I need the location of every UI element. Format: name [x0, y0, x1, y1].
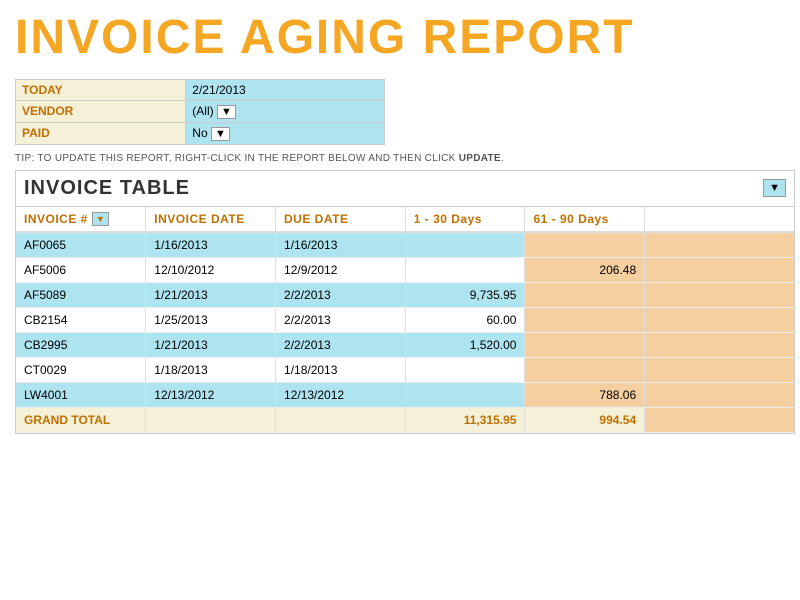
- cell-extra: [645, 382, 794, 407]
- cell-due-date: 2/2/2013: [276, 307, 406, 332]
- vendor-dropdown[interactable]: ▼: [217, 105, 236, 119]
- invoice-table-header: INVOICE TABLE ▼: [16, 171, 794, 207]
- vendor-value-text: (All): [192, 104, 213, 118]
- filter-row-paid: PAID No ▼: [16, 122, 385, 144]
- cell-extra: [645, 257, 794, 282]
- col-days-61-90: 61 - 90 Days: [525, 207, 645, 232]
- paid-value[interactable]: No ▼: [186, 122, 385, 144]
- report-title: INVOICE AGING REPORT: [15, 10, 785, 65]
- table-row: CB21541/25/20132/2/201360.00: [16, 307, 794, 332]
- cell-days-61-90: [525, 357, 645, 382]
- cell-due-date: 1/16/2013: [276, 232, 406, 258]
- table-header-row: INVOICE # ▼ INVOICE DATE DUE DATE 1 - 30…: [16, 207, 794, 232]
- table-row: CB29951/21/20132/2/20131,520.00: [16, 332, 794, 357]
- table-row: LW400112/13/201212/13/2012788.06: [16, 382, 794, 407]
- cell-due-date: 1/18/2013: [276, 357, 406, 382]
- table-header-dropdown[interactable]: ▼: [763, 179, 786, 197]
- grand-total-label: GRAND TOTAL: [16, 407, 146, 432]
- col-invoice-num: INVOICE # ▼: [16, 207, 146, 232]
- grand-total-extra: [645, 407, 794, 432]
- cell-due-date: 2/2/2013: [276, 282, 406, 307]
- cell-extra: [645, 332, 794, 357]
- data-table: INVOICE # ▼ INVOICE DATE DUE DATE 1 - 30…: [16, 207, 794, 433]
- cell-due-date: 2/2/2013: [276, 332, 406, 357]
- cell-extra: [645, 232, 794, 258]
- table-row: CT00291/18/20131/18/2013: [16, 357, 794, 382]
- cell-days-1-30: 1,520.00: [405, 332, 525, 357]
- vendor-label: VENDOR: [16, 101, 186, 123]
- cell-due-date: 12/9/2012: [276, 257, 406, 282]
- today-label: TODAY: [16, 80, 186, 101]
- cell-invoice-num: CT0029: [16, 357, 146, 382]
- cell-invoice-num: LW4001: [16, 382, 146, 407]
- invoice-table-title: INVOICE TABLE: [24, 177, 190, 200]
- cell-invoice-date: 1/21/2013: [146, 282, 276, 307]
- cell-days-61-90: [525, 307, 645, 332]
- filter-row-today: TODAY 2/21/2013: [16, 80, 385, 101]
- cell-invoice-date: 12/13/2012: [146, 382, 276, 407]
- cell-days-61-90: 788.06: [525, 382, 645, 407]
- cell-invoice-date: 1/16/2013: [146, 232, 276, 258]
- paid-value-text: No: [192, 126, 207, 140]
- cell-invoice-date: 1/21/2013: [146, 332, 276, 357]
- invoice-outer: INVOICE TABLE ▼ INVOICE # ▼ INVOICE DATE…: [15, 170, 795, 434]
- grand-total-days-1-30: 11,315.95: [405, 407, 525, 432]
- paid-dropdown[interactable]: ▼: [211, 127, 230, 141]
- cell-invoice-num: AF5089: [16, 282, 146, 307]
- vendor-value[interactable]: (All) ▼: [186, 101, 385, 123]
- tip-text: TIP: TO UPDATE THIS REPORT, RIGHT-CLICK …: [15, 153, 785, 164]
- cell-days-61-90: [525, 332, 645, 357]
- paid-label: PAID: [16, 122, 186, 144]
- cell-invoice-num: CB2995: [16, 332, 146, 357]
- cell-days-1-30: [405, 382, 525, 407]
- cell-extra: [645, 282, 794, 307]
- cell-days-1-30: 9,735.95: [405, 282, 525, 307]
- cell-invoice-num: CB2154: [16, 307, 146, 332]
- table-row: AF500612/10/201212/9/2012 206.48: [16, 257, 794, 282]
- cell-days-61-90: 206.48: [525, 257, 645, 282]
- cell-invoice-date: 1/18/2013: [146, 357, 276, 382]
- filter-table: TODAY 2/21/2013 VENDOR (All) ▼ PAID No ▼: [15, 79, 385, 145]
- col-extra: [645, 207, 794, 232]
- cell-days-1-30: [405, 232, 525, 258]
- cell-extra: [645, 357, 794, 382]
- cell-invoice-num: AF0065: [16, 232, 146, 258]
- cell-days-1-30: 60.00: [405, 307, 525, 332]
- filter-row-vendor: VENDOR (All) ▼: [16, 101, 385, 123]
- invoice-num-filter[interactable]: ▼: [92, 212, 109, 226]
- cell-invoice-num: AF5006: [16, 257, 146, 282]
- grand-total-due-date: [276, 407, 406, 432]
- cell-days-61-90: [525, 282, 645, 307]
- cell-invoice-date: 1/25/2013: [146, 307, 276, 332]
- grand-total-invoice-date: [146, 407, 276, 432]
- col-days-1-30: 1 - 30 Days: [405, 207, 525, 232]
- table-row: AF50891/21/20132/2/20139,735.95: [16, 282, 794, 307]
- cell-days-1-30: [405, 357, 525, 382]
- cell-due-date: 12/13/2012: [276, 382, 406, 407]
- grand-total-days-61-90: 994.54: [525, 407, 645, 432]
- cell-extra: [645, 307, 794, 332]
- cell-days-61-90: [525, 232, 645, 258]
- today-value: 2/21/2013: [186, 80, 385, 101]
- col-due-date: DUE DATE: [276, 207, 406, 232]
- table-row: AF00651/16/20131/16/2013: [16, 232, 794, 258]
- col-invoice-date: INVOICE DATE: [146, 207, 276, 232]
- cell-invoice-date: 12/10/2012: [146, 257, 276, 282]
- grand-total-row: GRAND TOTAL 11,315.95 994.54: [16, 407, 794, 432]
- cell-days-1-30: [405, 257, 525, 282]
